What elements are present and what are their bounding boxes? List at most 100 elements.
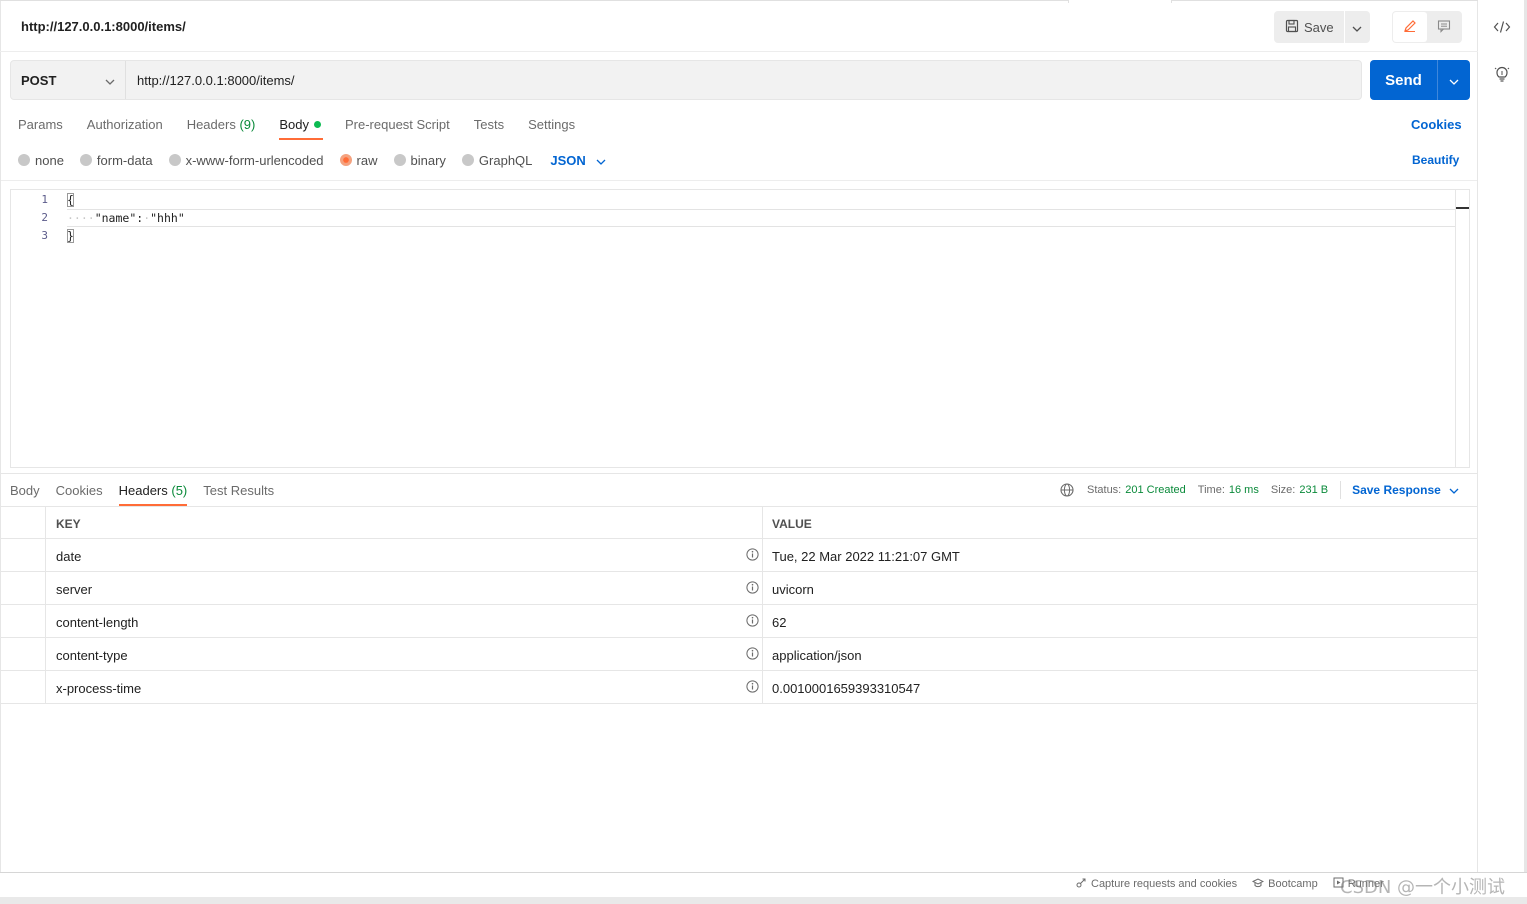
- table-cell-spacer: [1, 671, 46, 703]
- save-label: Save: [1304, 19, 1334, 35]
- cookies-link[interactable]: Cookies: [1411, 117, 1462, 132]
- radio-label: raw: [356, 152, 378, 168]
- comment-icon: [1437, 19, 1451, 36]
- active-line-highlight: [67, 209, 1455, 227]
- body-format-select[interactable]: JSON: [550, 152, 606, 168]
- save-icon: [1285, 19, 1299, 36]
- status-value[interactable]: 201 Created: [1125, 484, 1186, 496]
- info-icon[interactable]: [746, 647, 759, 660]
- lightbulb-icon[interactable]: [1492, 64, 1512, 84]
- tab-label: Cookies: [55, 483, 103, 498]
- response-tabs: Body Cookies Headers (5) Test Results: [10, 476, 290, 506]
- edit-button[interactable]: [1393, 12, 1427, 42]
- tab-label: Authorization: [86, 117, 163, 132]
- radio-raw[interactable]: raw: [339, 152, 378, 168]
- tab-label: Body: [279, 117, 309, 132]
- send-button-group: Send: [1370, 60, 1470, 100]
- url-input[interactable]: [126, 61, 1361, 99]
- tab-response-headers[interactable]: Headers (5): [118, 476, 187, 506]
- tab-params[interactable]: Params: [18, 110, 63, 140]
- info-icon[interactable]: [746, 680, 759, 693]
- radio-label: form-data: [96, 152, 153, 168]
- tab-count: (9): [239, 117, 256, 132]
- radio-binary[interactable]: binary: [393, 153, 446, 168]
- json-key: "name": [94, 211, 137, 225]
- send-options-button[interactable]: [1438, 60, 1470, 100]
- request-tabs: Params Authorization Headers (9) Body Pr…: [18, 110, 599, 140]
- top-tab-strip: [0, 0, 1478, 3]
- header-key: x-process-time: [56, 681, 142, 696]
- radio-graphql[interactable]: GraphQL: [461, 152, 533, 168]
- size-value[interactable]: 231 B: [1299, 484, 1328, 496]
- capture-requests-button[interactable]: Capture requests and cookies: [1076, 877, 1237, 891]
- column-header-key: KEY: [56, 517, 81, 531]
- tab-settings[interactable]: Settings: [528, 110, 575, 140]
- send-button[interactable]: Send: [1370, 60, 1438, 100]
- save-options-button[interactable]: [1345, 11, 1370, 43]
- table-cell-spacer: [1, 638, 46, 670]
- line-number-gutter: 1 2 3: [11, 190, 61, 467]
- tab-response-body[interactable]: Body: [10, 476, 40, 506]
- save-response-button[interactable]: Save Response: [1352, 483, 1459, 497]
- info-icon[interactable]: [746, 581, 759, 594]
- save-response-label: Save Response: [1352, 483, 1441, 497]
- divider: [1340, 481, 1342, 499]
- status-label: Status:: [1087, 484, 1122, 496]
- tab-label: Body: [10, 483, 40, 498]
- right-sidebar: [1478, 0, 1527, 872]
- save-button[interactable]: Save: [1274, 11, 1345, 43]
- radio-label: GraphQL: [478, 152, 533, 168]
- radio-x-www-form-urlencoded[interactable]: x-www-form-urlencoded: [168, 153, 324, 168]
- bootcamp-button[interactable]: Bootcamp: [1252, 877, 1318, 891]
- info-icon[interactable]: [746, 614, 759, 627]
- tab-authorization[interactable]: Authorization: [87, 110, 163, 140]
- beautify-link[interactable]: Beautify: [1412, 153, 1459, 167]
- pencil-icon: [1403, 19, 1417, 36]
- tab-label: Tests: [473, 117, 505, 132]
- line-number: 2: [41, 211, 48, 224]
- method-label: POST: [21, 72, 57, 88]
- line-number: 3: [41, 229, 48, 242]
- tab-headers[interactable]: Headers (9): [187, 110, 256, 140]
- body-editor[interactable]: 1 2 3 { ····"name":·"hhh" }: [10, 189, 1470, 468]
- tab-slot[interactable]: [1068, 0, 1172, 3]
- editor-scrollbar[interactable]: [1455, 190, 1469, 467]
- tab-test-results[interactable]: Test Results: [203, 476, 274, 506]
- tab-label: Settings: [528, 117, 576, 132]
- tab-label: Test Results: [203, 483, 275, 498]
- header-value: 62: [772, 615, 787, 630]
- tab-label: Headers: [186, 117, 236, 132]
- column-divider: [762, 671, 763, 703]
- graduation-cap-icon: [1252, 877, 1265, 891]
- table-row: date Tue, 22 Mar 2022 11:21:07 GMT: [1, 539, 1477, 572]
- save-button-group: Save: [1274, 11, 1370, 43]
- column-divider: [762, 572, 763, 604]
- tab-tests[interactable]: Tests: [474, 110, 504, 140]
- tab-pre-request-script[interactable]: Pre-request Script: [345, 110, 450, 140]
- globe-icon[interactable]: [1059, 483, 1074, 498]
- request-title[interactable]: http://127.0.0.1:8000/items/: [21, 19, 186, 34]
- column-header-value: VALUE: [772, 517, 812, 531]
- header-key: server: [56, 582, 93, 597]
- chevron-down-icon: [596, 153, 606, 168]
- tab-body[interactable]: Body: [279, 110, 323, 140]
- time-value[interactable]: 16 ms: [1229, 484, 1259, 496]
- code-icon[interactable]: [1492, 17, 1512, 37]
- radio-circle: [168, 154, 181, 166]
- body-type-selector: none form-data x-www-form-urlencoded raw…: [18, 151, 606, 169]
- method-select[interactable]: POST: [11, 61, 126, 99]
- table-row: server uvicorn: [1, 572, 1477, 605]
- body-format-label: JSON: [550, 152, 586, 168]
- info-icon[interactable]: [746, 548, 759, 561]
- tab-strip-line: [1172, 0, 1478, 1]
- tab-label: Headers: [118, 483, 168, 498]
- column-divider: [762, 605, 763, 637]
- tab-response-cookies[interactable]: Cookies: [56, 476, 103, 506]
- radio-form-data[interactable]: form-data: [79, 152, 153, 168]
- radio-circle-selected: [339, 154, 352, 166]
- comments-button[interactable]: [1427, 12, 1461, 42]
- json-value: "hhh": [150, 211, 185, 225]
- header-key: content-length: [56, 615, 139, 630]
- radio-none[interactable]: none: [18, 153, 64, 168]
- capture-label: Capture requests and cookies: [1091, 878, 1238, 890]
